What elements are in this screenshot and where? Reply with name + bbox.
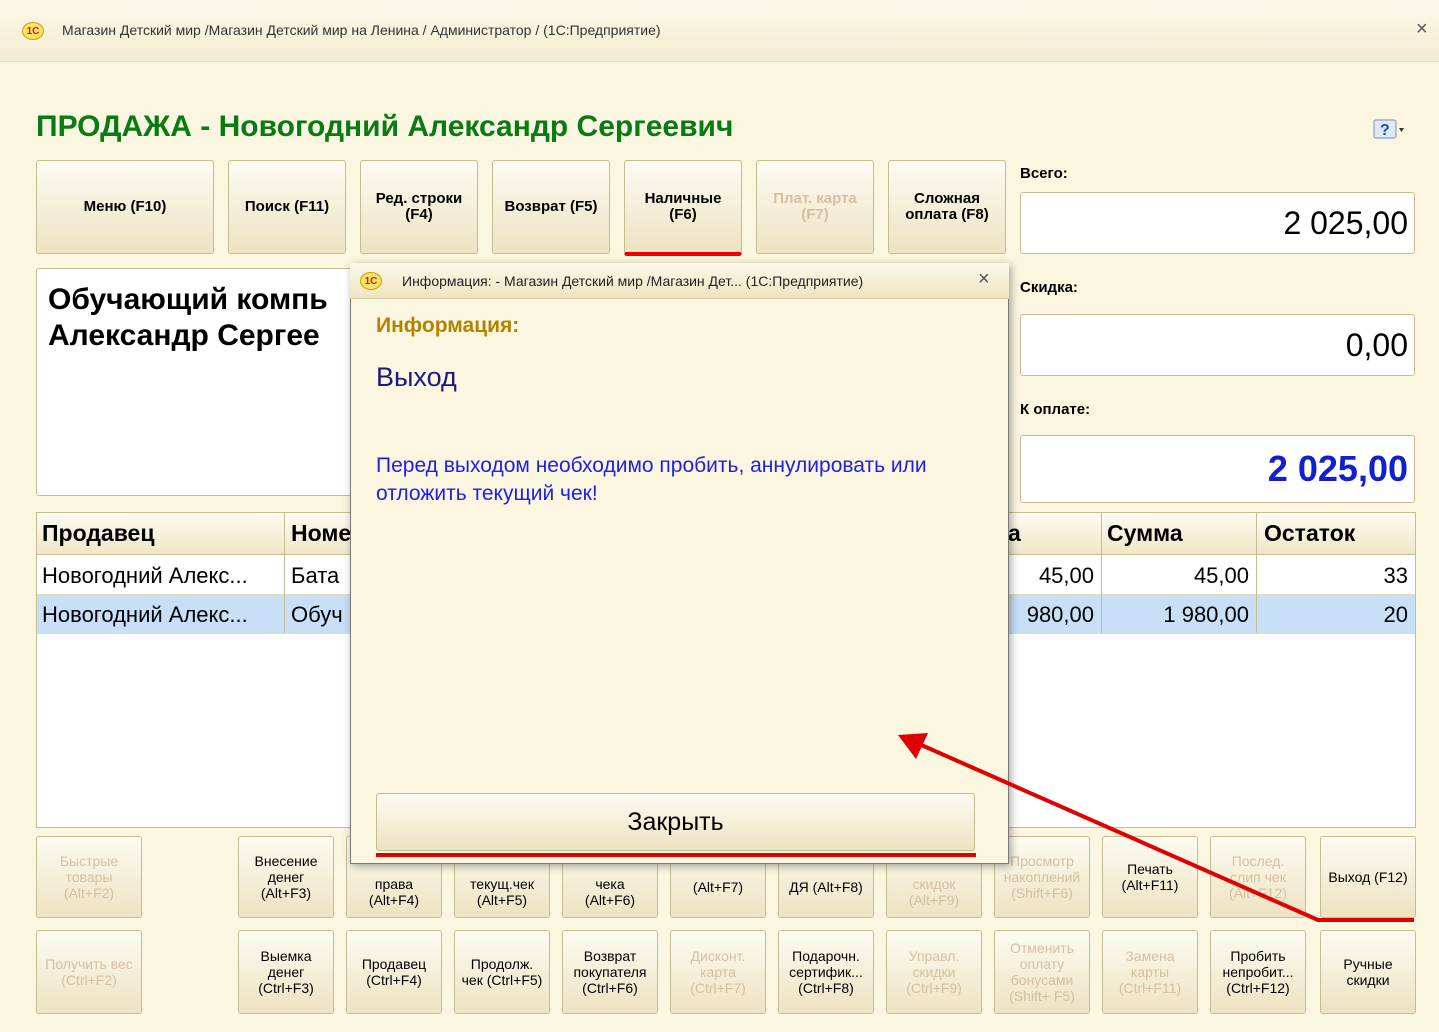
- replace-card-button[interactable]: Замена карты (Ctrl+F11): [1102, 930, 1198, 1014]
- cell-price: 45,00: [1038, 563, 1094, 588]
- complex-payment-button[interactable]: Сложная оплата (F8): [888, 160, 1006, 254]
- manage-discounts-button[interactable]: Управл. скидки (Ctrl+F9): [886, 930, 982, 1014]
- cell-item: Бата: [291, 563, 340, 588]
- cash-button[interactable]: Наличные (F6): [624, 160, 742, 256]
- seller-button[interactable]: Продавец (Ctrl+F4): [346, 930, 442, 1014]
- cell-item: Обуч: [291, 602, 343, 627]
- product-info-line-2: Александр Сергее: [48, 319, 320, 352]
- quick-goods-button[interactable]: Быстрые товары (Alt+F2): [36, 836, 142, 918]
- window-title: Магазин Детский мир /Магазин Детский мир…: [62, 22, 661, 38]
- print-button[interactable]: Печать (Alt+F11): [1102, 836, 1198, 918]
- topay-value: 2 025,00: [1020, 435, 1415, 503]
- dialog-close-icon[interactable]: ×: [978, 268, 990, 291]
- column-rest[interactable]: Остаток: [1264, 520, 1355, 547]
- total-label: Всего:: [1020, 165, 1068, 182]
- app-logo-icon: 1С: [22, 22, 44, 40]
- print-unprinted-button[interactable]: Пробить непробит... (Ctrl+F12): [1210, 930, 1306, 1014]
- cell-sum: 1 980,00: [1163, 602, 1249, 627]
- return-button[interactable]: Возврат (F5): [492, 160, 610, 254]
- menu-button[interactable]: Меню (F10): [36, 160, 214, 254]
- total-value: 2 025,00: [1020, 192, 1415, 254]
- dialog-logo-icon: 1С: [360, 272, 382, 290]
- topay-label: К оплате:: [1020, 401, 1091, 418]
- column-price[interactable]: а: [1008, 520, 1021, 547]
- cell-price: 980,00: [1026, 602, 1094, 627]
- discount-value: 0,00: [1020, 314, 1415, 376]
- card-payment-button[interactable]: Плат. карта (F7): [756, 160, 874, 254]
- exit-button[interactable]: Выход (F12): [1320, 836, 1416, 918]
- window-close-icon[interactable]: ×: [1416, 18, 1428, 41]
- cell-rest: 20: [1383, 602, 1408, 627]
- cash-in-button[interactable]: Внесение денег (Alt+F3): [238, 836, 334, 918]
- info-dialog: [350, 263, 1009, 864]
- customer-return-button[interactable]: Возврат покупателя (Ctrl+F6): [562, 930, 658, 1014]
- dialog-close-button[interactable]: Закрыть: [376, 793, 975, 851]
- last-slip-button[interactable]: Послед. слип чек (Alt+F12): [1210, 836, 1306, 918]
- get-weight-button[interactable]: Получить вес (Ctrl+F2): [36, 930, 142, 1014]
- discount-card-button[interactable]: Дисконт. карта (Ctrl+F7): [670, 930, 766, 1014]
- discount-label: Скидка:: [1020, 279, 1078, 296]
- cancel-bonus-payment-button[interactable]: Отменить оплату бонусами (Shift+ F5): [994, 930, 1090, 1014]
- column-seller[interactable]: Продавец: [42, 520, 154, 547]
- cash-out-button[interactable]: Выемка денег (Ctrl+F3): [238, 930, 334, 1014]
- product-info-text: Обучающий компь Александр Сергее: [48, 282, 358, 354]
- dialog-message: Перед выходом необходимо пробить, аннули…: [376, 454, 927, 505]
- edit-row-button[interactable]: Ред. строки (F4): [360, 160, 478, 254]
- cell-sum: 45,00: [1193, 563, 1249, 588]
- page-title: ПРОДАЖА - Новогодний Александр Сергеевич: [36, 110, 734, 143]
- help-icon[interactable]: ?: [1372, 118, 1406, 140]
- cell-rest: 33: [1383, 563, 1408, 588]
- column-sum[interactable]: Сумма: [1107, 520, 1183, 547]
- product-info-line-1: Обучающий компь: [48, 283, 328, 316]
- dialog-heading: Информация:: [376, 314, 520, 337]
- manual-discounts-button[interactable]: Ручные скидки: [1320, 930, 1416, 1014]
- cell-seller: Новогодний Алекс...: [42, 563, 248, 588]
- continue-check-button[interactable]: Продолж. чек (Ctrl+F5): [454, 930, 550, 1014]
- gift-certificate-button[interactable]: Подарочн. сертифик... (Ctrl+F8): [778, 930, 874, 1014]
- cell-seller: Новогодний Алекс...: [42, 602, 248, 627]
- column-item[interactable]: Номе: [291, 520, 351, 547]
- search-button[interactable]: Поиск (F11): [228, 160, 346, 254]
- svg-text:?: ?: [1380, 122, 1390, 139]
- dialog-subject: Выход: [376, 362, 457, 392]
- dialog-title: Информация: - Магазин Детский мир /Магаз…: [402, 273, 864, 289]
